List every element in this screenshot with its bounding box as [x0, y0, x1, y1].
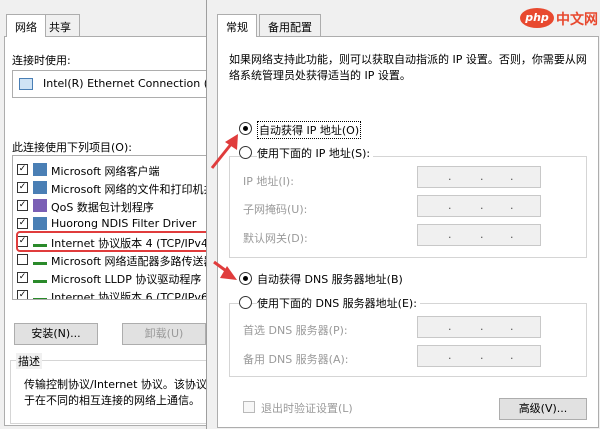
item-label: Microsoft 网络适配器多路传送器协	[51, 255, 212, 268]
adapter-box: Intel(R) Ethernet Connection (2) I	[12, 70, 212, 98]
item-checkbox[interactable]: ✓	[17, 164, 28, 175]
description-text-line: 传输控制协议/Internet 协议。该协议是	[24, 378, 218, 391]
uninstall-button[interactable]: 卸载(U)	[122, 323, 206, 345]
tab-network[interactable]: 网络	[6, 14, 46, 37]
network-adapter-icon	[19, 78, 33, 90]
item-checkbox[interactable]	[17, 254, 28, 265]
item-label: Internet 协议版本 6 (TCP/IPv6)	[51, 291, 212, 300]
alternate-dns-input[interactable]: ...	[417, 345, 541, 367]
item-label: QoS 数据包计划程序	[51, 201, 154, 214]
description-label: 描述	[16, 353, 42, 369]
preferred-dns-input[interactable]: ...	[417, 316, 541, 338]
auto-dns-label[interactable]: 自动获得 DNS 服务器地址(B)	[257, 271, 403, 287]
auto-ip-radio[interactable]	[239, 122, 252, 135]
default-gateway-label: 默认网关(D):	[243, 232, 308, 245]
items-label: 此连接使用下列项目(O):	[12, 141, 132, 154]
adapter-name: Intel(R) Ethernet Connection (2) I	[43, 77, 212, 90]
validate-on-exit-label[interactable]: 退出时验证设置(L)	[261, 400, 353, 416]
php-logo-badge: php	[520, 8, 554, 28]
manual-ip-label[interactable]: 使用下面的 IP 地址(S):	[257, 145, 374, 161]
list-item[interactable]: ✓ Microsoft LLDP 协议驱动程序	[13, 269, 211, 287]
file-printer-sharing-icon	[33, 181, 47, 194]
ipv4-properties-dialog: 常规 备用配置 如果网络支持此功能，则可以获取自动指派的 IP 设置。否则，你需…	[206, 0, 600, 429]
tab-sharing[interactable]: 共享	[40, 14, 80, 36]
install-button[interactable]: 安装(N)...	[14, 323, 98, 345]
protocol-icon	[33, 280, 47, 283]
connect-using-label: 连接时使用:	[12, 54, 71, 67]
filter-driver-icon	[33, 217, 47, 230]
ip-address-input[interactable]: ...	[417, 166, 541, 188]
auto-ip-label[interactable]: 自动获得 IP 地址(O)	[257, 121, 362, 139]
list-item[interactable]: ✓ Internet 协议版本 6 (TCP/IPv6)	[13, 287, 212, 300]
list-item[interactable]: ✓ Microsoft 网络客户端	[13, 161, 211, 179]
list-item[interactable]: ✓ QoS 数据包计划程序	[13, 197, 211, 215]
item-checkbox[interactable]: ✓	[17, 200, 28, 211]
manual-ip-radio[interactable]	[239, 146, 252, 159]
validate-on-exit-checkbox[interactable]	[243, 401, 255, 413]
advanced-button[interactable]: 高级(V)...	[499, 398, 587, 420]
subnet-mask-label: 子网掩码(U):	[243, 203, 308, 216]
adapter-properties-dialog: 网络 共享 连接时使用: Intel(R) Ethernet Connectio…	[0, 0, 218, 429]
list-item[interactable]: Microsoft 网络适配器多路传送器协	[13, 251, 212, 269]
item-label: Microsoft 网络的文件和打印机共享	[51, 183, 212, 196]
manual-dns-radio[interactable]	[239, 296, 252, 309]
manual-dns-label[interactable]: 使用下面的 DNS 服务器地址(E):	[257, 295, 420, 311]
intro-text: 如果网络支持此功能，则可以获取自动指派的 IP 设置。否则，你需要从网络系统管理…	[229, 53, 587, 82]
item-checkbox[interactable]: ✓	[17, 218, 28, 229]
ip-address-label: IP 地址(I):	[243, 175, 294, 188]
network-client-icon	[33, 163, 47, 176]
site-watermark: php 中文网	[520, 6, 598, 32]
tab-general[interactable]: 常规	[217, 14, 257, 37]
default-gateway-input[interactable]: ...	[417, 224, 541, 246]
alternate-dns-label: 备用 DNS 服务器(A):	[243, 353, 349, 366]
auto-dns-radio[interactable]	[239, 272, 252, 285]
description-text-line: 于在不同的相互连接的网络上通信。	[24, 394, 200, 407]
item-checkbox[interactable]: ✓	[17, 290, 28, 299]
item-label: Huorong NDIS Filter Driver	[51, 217, 197, 230]
item-label: Microsoft 网络客户端	[51, 165, 160, 178]
protocol-icon	[33, 262, 47, 265]
item-label: Microsoft LLDP 协议驱动程序	[51, 273, 202, 286]
connection-items-list[interactable]: ✓ Microsoft 网络客户端 ✓ Microsoft 网络的文件和打印机共…	[12, 155, 212, 300]
ipv4-highlight-box	[16, 231, 210, 252]
item-checkbox[interactable]: ✓	[17, 272, 28, 283]
item-checkbox[interactable]: ✓	[17, 182, 28, 193]
protocol-icon	[33, 298, 47, 299]
tab-alternate-configuration[interactable]: 备用配置	[259, 14, 321, 36]
preferred-dns-label: 首选 DNS 服务器(P):	[243, 324, 348, 337]
watermark-text: 中文网	[556, 12, 598, 28]
qos-icon	[33, 199, 47, 212]
list-item[interactable]: ✓ Microsoft 网络的文件和打印机共享	[13, 179, 212, 197]
subnet-mask-input[interactable]: ...	[417, 195, 541, 217]
